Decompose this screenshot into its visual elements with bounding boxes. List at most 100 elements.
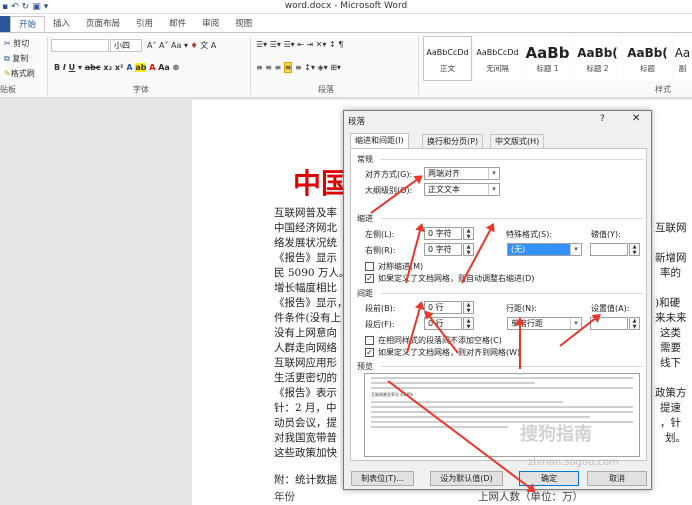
redo-icon[interactable]: ↻ xyxy=(22,2,30,12)
mirror-indent-checkbox[interactable] xyxy=(365,262,374,271)
snap-grid-checkbox[interactable]: ✓ xyxy=(365,348,374,357)
spacing-heading: 间距 xyxy=(357,289,373,298)
alignment-label: 对齐方式(G): xyxy=(365,170,413,179)
brush-icon: ✎ xyxy=(4,69,11,78)
doc-line: 民 5090 万人。 xyxy=(274,267,350,279)
doc-line: 对我国宽带普 xyxy=(274,432,337,444)
font-group-label: 字体 xyxy=(133,85,149,94)
ok-button[interactable]: 确定 xyxy=(519,471,579,486)
scissors-icon: ✂ xyxy=(4,39,11,48)
left-indent-spinner[interactable]: ▲ ▼ xyxy=(463,227,474,240)
doc-line-right: ，针 xyxy=(660,417,681,429)
section-divider xyxy=(381,218,643,219)
word-icon[interactable]: ▪ xyxy=(2,2,8,12)
font-format-icons[interactable]: B I U ▾ abc x₂ x² A ab A Aa ⊛ xyxy=(54,63,179,72)
tab-home[interactable]: 开始 xyxy=(10,16,46,32)
left-indent-label: 左侧(L): xyxy=(365,230,395,239)
close-icon[interactable]: ✕ xyxy=(632,113,640,124)
chevron-down-icon: ▾ xyxy=(570,244,581,255)
section-divider xyxy=(381,159,643,160)
font-name-box[interactable] xyxy=(51,39,109,52)
left-indent-input[interactable]: 0 字符 xyxy=(424,227,462,240)
doc-line: 《报告》显示 xyxy=(274,252,337,264)
by-spinner[interactable]: ▲ ▼ xyxy=(629,243,640,256)
doc-line: 这些政策加快 xyxy=(274,447,337,459)
doc-line: 生活更密切的 xyxy=(274,372,337,384)
right-indent-input[interactable]: 0 字符 xyxy=(424,243,462,256)
border-char-icon: A xyxy=(210,41,217,50)
style-heading-1[interactable]: AaBb 标题 1 xyxy=(523,36,572,81)
space-before-label: 段前(B): xyxy=(365,304,396,313)
no-space-checkbox[interactable] xyxy=(365,336,374,345)
dialog-title: 段落 xyxy=(348,117,366,127)
tab-indents-spacing[interactable]: 缩进和间距(I) xyxy=(350,133,409,149)
tab-line-page-breaks[interactable]: 换行和分页(P) xyxy=(422,134,484,149)
group-divider xyxy=(47,37,48,95)
shading-icon: ◈ xyxy=(317,63,324,72)
preview-line xyxy=(371,411,633,413)
style-subtitle[interactable]: Aa 副 xyxy=(673,36,692,81)
watermark-url: zhinan.sogou.com xyxy=(528,457,620,468)
doc-footer-line: 附：统计数据 xyxy=(274,474,337,486)
cut-button[interactable]: ✂ 剪切 xyxy=(4,38,29,49)
format-painter-button[interactable]: ✎格式刷 xyxy=(4,68,35,79)
doc-line: 中国经济网北 xyxy=(274,222,337,234)
cancel-button[interactable]: 取消 xyxy=(587,471,647,486)
text-effect-icon: A xyxy=(126,63,133,72)
section-divider xyxy=(381,293,643,294)
preview-heading: 预览 xyxy=(357,362,373,371)
alignment-dropdown[interactable]: 两端对齐 ▾ xyxy=(424,167,500,180)
style-no-spacing[interactable]: AaBbCcDd 无间隔 xyxy=(473,36,522,81)
style-heading-2[interactable]: AaBb( 标题 2 xyxy=(573,36,622,81)
tab-mailings[interactable]: 邮件 xyxy=(161,16,194,32)
font-grow-shrink-icons[interactable]: A˄ A˅ Aa ▾ ♦ 文 A xyxy=(147,40,216,51)
customize-qat-icon[interactable]: ▾ xyxy=(44,2,49,12)
tab-review[interactable]: 审阅 xyxy=(194,16,227,32)
outline-level-dropdown[interactable]: 正文文本 ▾ xyxy=(424,183,500,196)
tab-view[interactable]: 视图 xyxy=(227,16,260,32)
font-color-icon: A xyxy=(149,63,156,72)
chevron-down-icon: ▾ xyxy=(570,318,581,329)
preview-box: 互联网普及率为 45.8% xyxy=(364,373,640,457)
tab-page-layout[interactable]: 页面布局 xyxy=(78,16,128,32)
list-and-indent-icons[interactable]: ☰▾ ☰▾ ☰▾ ⇤ ⇥ ✕▾ ↕ ¶ xyxy=(256,40,343,49)
copy-button[interactable]: ⧉ 复制 xyxy=(4,53,28,64)
at-spinner[interactable]: ▲ ▼ xyxy=(629,317,640,330)
style-title[interactable]: AaBb( 标题 xyxy=(623,36,672,81)
paragraph-group-label: 段落 xyxy=(318,85,334,94)
space-after-spinner[interactable]: ▲ ▼ xyxy=(463,317,474,330)
preview-line xyxy=(371,377,633,379)
preview-line xyxy=(371,421,633,423)
ribbon-tabs: 开始 插入 页面布局 引用 邮件 审阅 视图 xyxy=(0,14,692,32)
special-format-dropdown[interactable]: (无) ▾ xyxy=(507,243,582,256)
doc-line: 针：2 月，中 xyxy=(274,402,337,414)
section-divider xyxy=(381,366,643,367)
window-title: word.docx - Microsoft Word xyxy=(284,1,408,11)
right-indent-spinner[interactable]: ▲ ▼ xyxy=(463,243,474,256)
mirror-indent-label: 对称缩进(M) xyxy=(378,262,424,271)
style-normal[interactable]: AaBbCcDd 正文 xyxy=(423,36,472,81)
tab-insert[interactable]: 插入 xyxy=(45,16,78,32)
tab-asian-typography[interactable]: 中文版式(H) xyxy=(490,134,545,149)
doc-line: 《报告》表示 xyxy=(274,387,337,399)
paragraph-dialog: 段落 ? ✕ 缩进和间距(I) 换行和分页(P) 中文版式(H) 常规 对齐方式… xyxy=(343,110,652,490)
no-space-label: 在相同样式的段落间不添加空格(C) xyxy=(378,336,502,345)
clipboard-group-label: 贴板 xyxy=(0,85,16,94)
font-size-box[interactable]: 小四 xyxy=(110,39,142,52)
by-label: 磅值(Y): xyxy=(591,230,621,239)
space-before-spinner[interactable]: ▲ ▼ xyxy=(463,301,474,314)
help-button[interactable]: ? xyxy=(600,114,605,124)
undo-icon[interactable]: ↶ xyxy=(11,2,19,12)
file-tab[interactable] xyxy=(0,16,10,32)
auto-adjust-checkbox[interactable]: ✓ xyxy=(365,274,374,283)
by-input[interactable] xyxy=(590,243,628,256)
doc-line-right: 新增网 xyxy=(655,252,687,264)
line-spacing-label: 行距(N): xyxy=(506,304,537,313)
tab-references[interactable]: 引用 xyxy=(128,16,161,32)
space-after-label: 段后(F): xyxy=(365,320,395,329)
save-icon[interactable]: ▣ xyxy=(32,2,41,12)
doc-line: 件条件(没有上 xyxy=(274,312,342,324)
alignment-icons[interactable]: ≡ ≡ ≡ ≡ ≡ ↕▾ ◈▾ ⊞▾ xyxy=(256,62,341,73)
set-default-button[interactable]: 设为默认值(D) xyxy=(430,471,503,486)
tabs-button[interactable]: 制表位(T)... xyxy=(351,471,414,486)
